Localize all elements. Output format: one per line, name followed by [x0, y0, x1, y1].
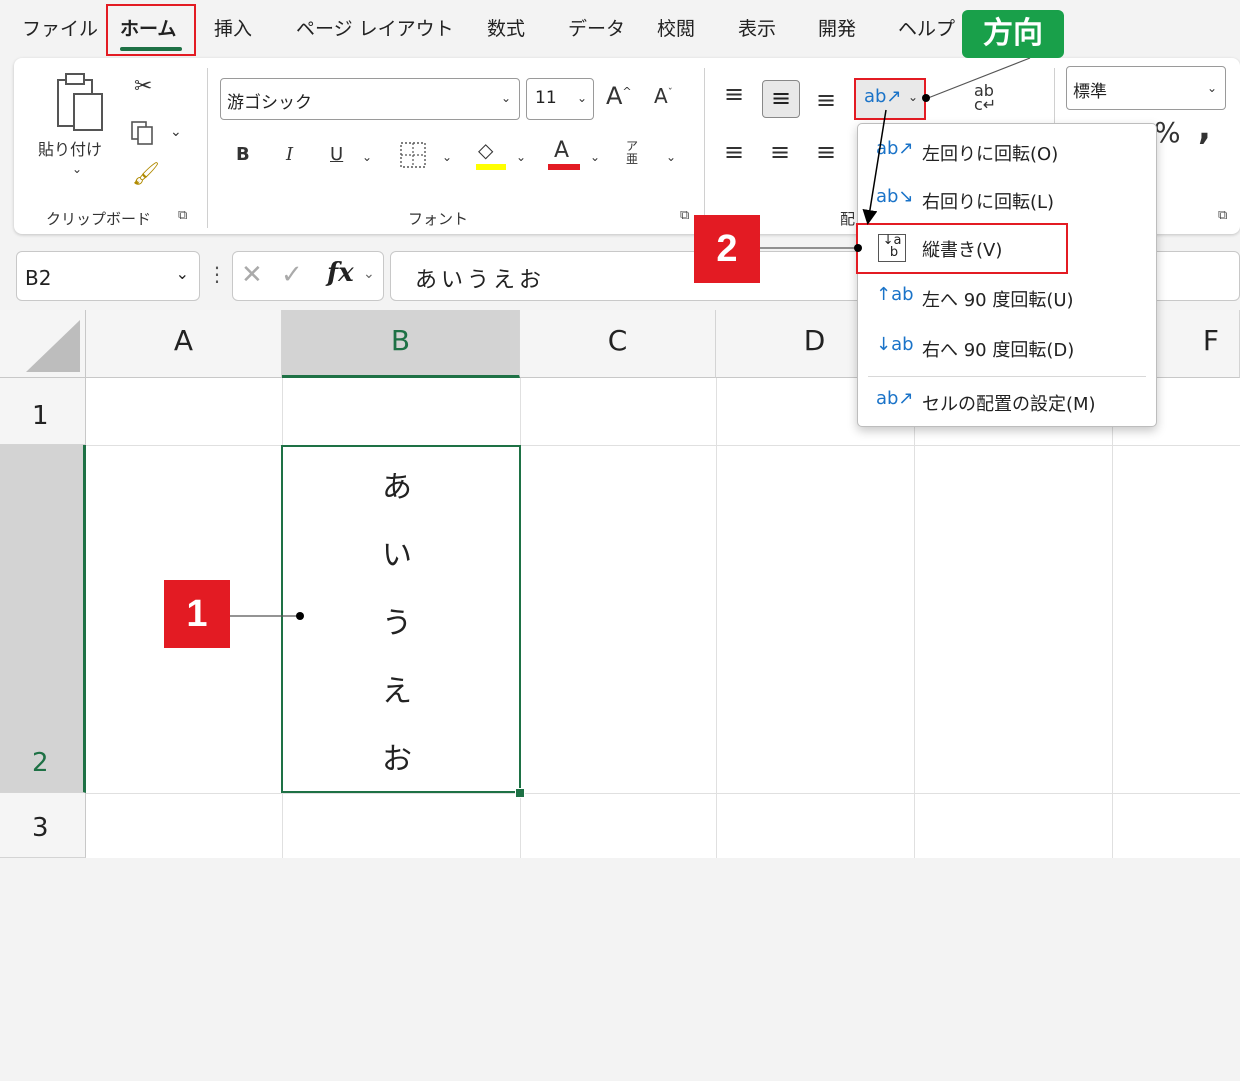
callout-leaders	[230, 57, 1031, 620]
orientation-callout: 方向	[962, 10, 1064, 58]
step-2-callout: 2	[694, 215, 760, 283]
step-1-callout: 1	[164, 580, 230, 648]
